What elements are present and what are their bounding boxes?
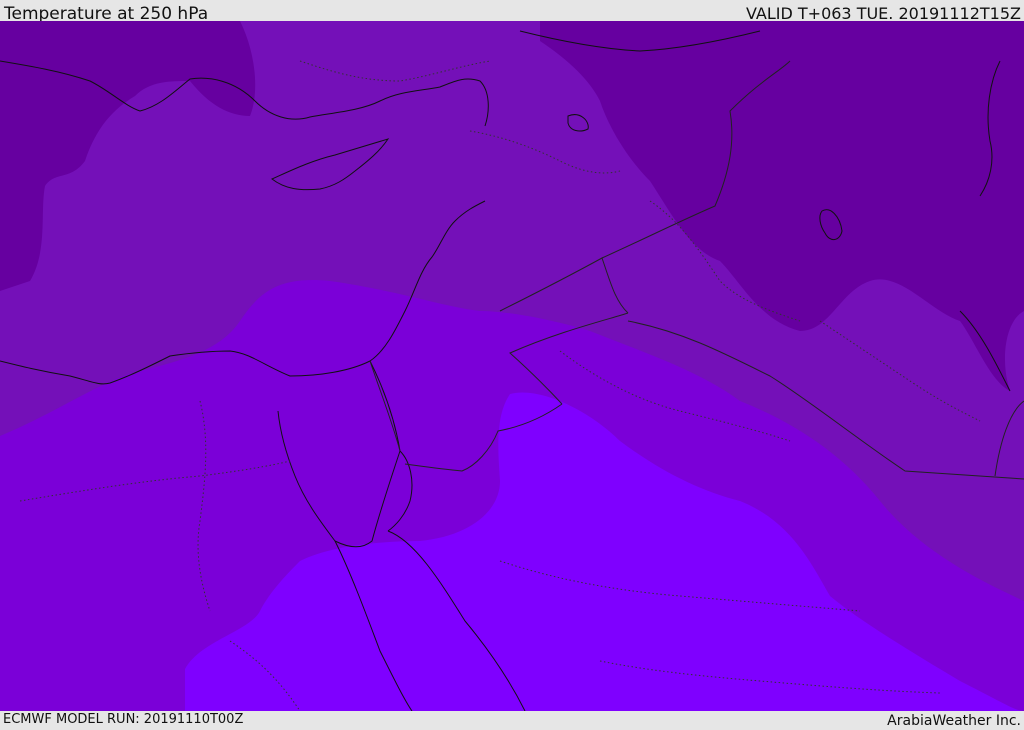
model-run-label: ECMWF MODEL RUN: 20191110T00Z [3, 712, 244, 727]
footer-bar: ECMWF MODEL RUN: 20191110T00Z ArabiaWeat… [0, 711, 1024, 729]
credit-label: ArabiaWeather Inc. [887, 713, 1021, 729]
map-canvas [0, 21, 1024, 711]
weather-map[interactable] [0, 21, 1024, 711]
header-bar: Temperature at 250 hPa VALID T+063 TUE. … [0, 0, 1024, 24]
